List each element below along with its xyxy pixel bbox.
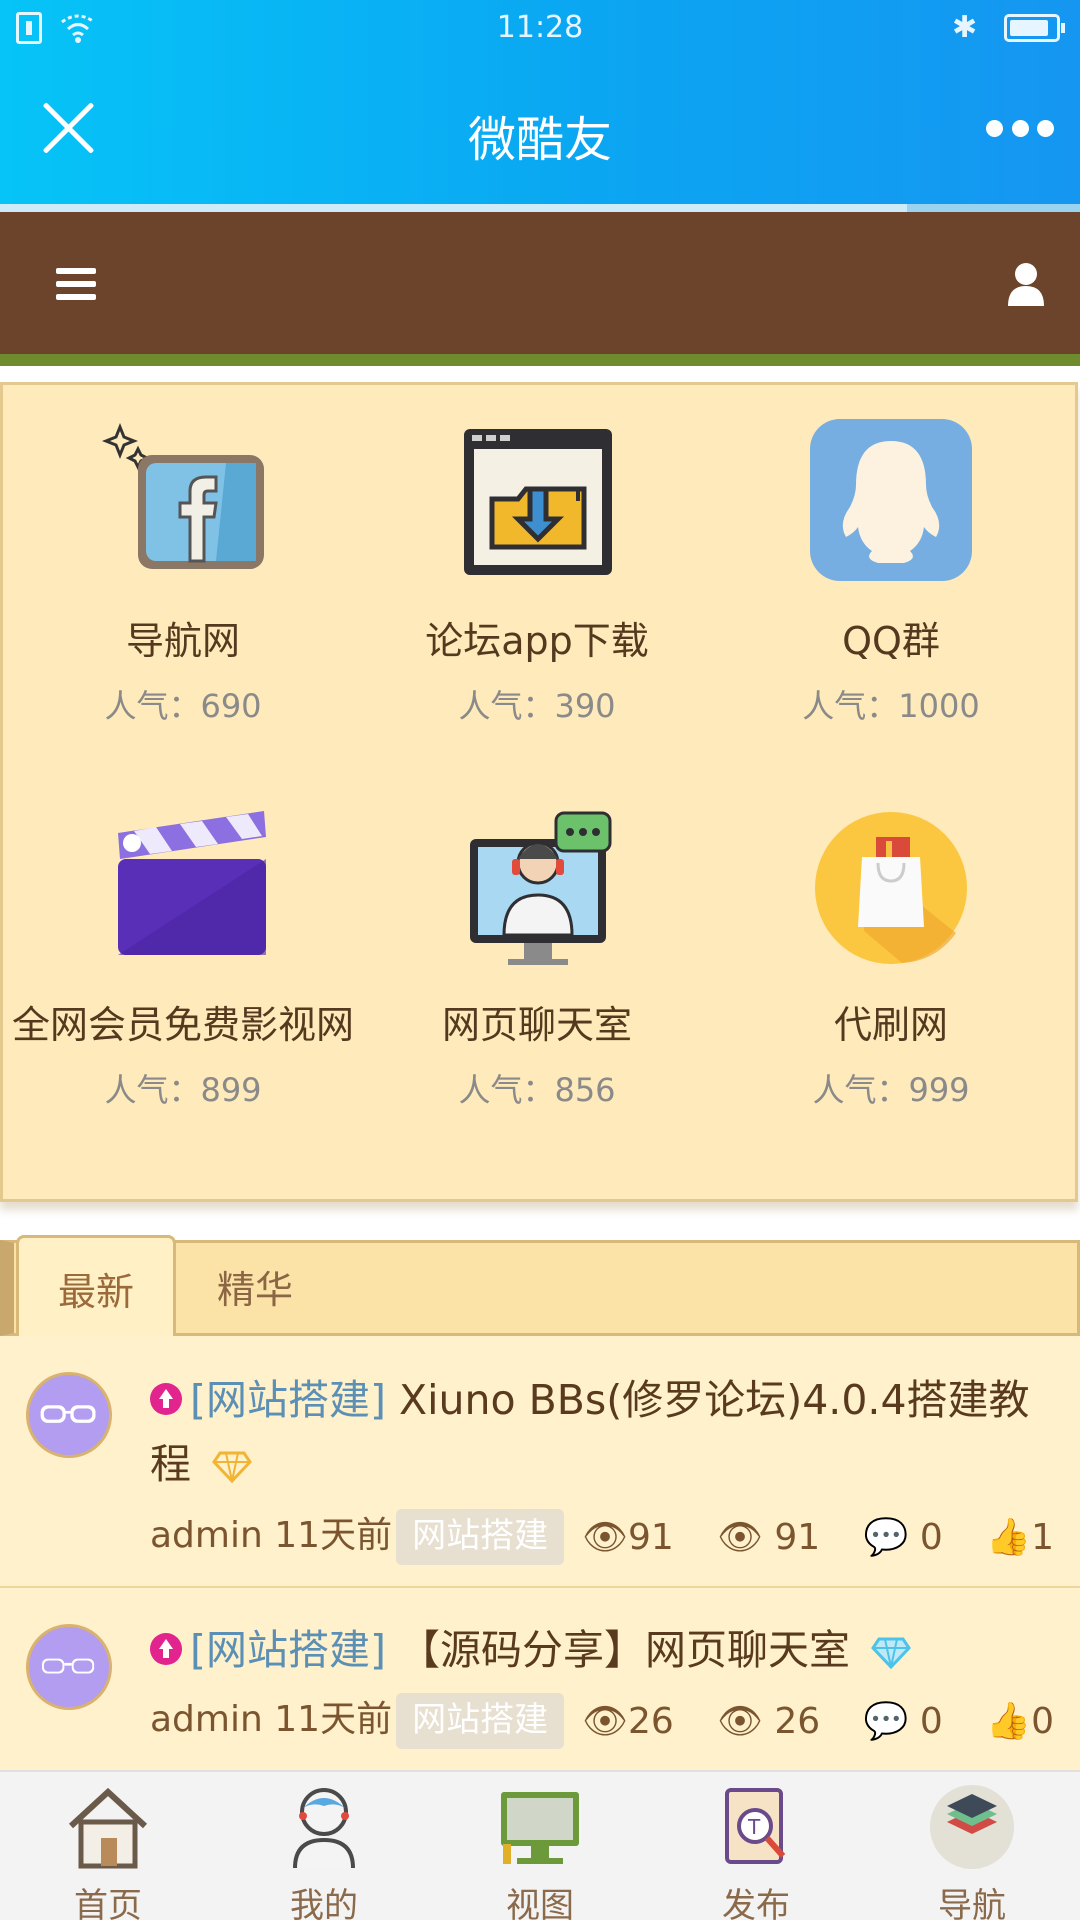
publish-icon: T <box>725 1788 786 1864</box>
post-title[interactable]: [网站搭建] Xiuno BBs(修罗论坛)4.0.4搭建教程 <box>150 1368 1030 1496</box>
facebook-icon <box>101 422 264 569</box>
grid-item-label: 导航网 <box>125 619 240 663</box>
view-count-a: 👁91 <box>582 1517 674 1558</box>
list-item[interactable]: [网站搭建] Xiuno BBs(修罗论坛)4.0.4搭建教程 admin 11… <box>0 1336 1080 1588</box>
list-item[interactable]: [网站搭建] 【源码分享】网页聊天室 admin 11天前 网站搭建 👁26 👁 … <box>0 1590 1080 1770</box>
user-icon[interactable] <box>1006 262 1046 306</box>
forum-header <box>0 212 1080 366</box>
like-count[interactable]: 👍1 <box>986 1517 1054 1558</box>
progress-fill <box>0 204 908 212</box>
comment-count: 💬 0 <box>863 1701 943 1742</box>
quick-links-panel: 导航网 人气：690 论坛app下载 人气：390 QQ群 人气：1000 全网… <box>0 382 1078 1202</box>
post-tag[interactable]: 网站搭建 <box>396 1693 565 1749</box>
gold-diamond-icon <box>212 1451 252 1483</box>
page-load-progress-bar <box>0 204 1080 212</box>
popularity-count: 人气：390 <box>458 687 616 725</box>
post-author[interactable]: admin <box>150 1699 263 1740</box>
post-meta: admin 11天前 网站搭建 <box>150 1690 565 1749</box>
popularity-count: 人气：899 <box>104 1071 262 1109</box>
grid-item-qq-group[interactable]: QQ群 人气：1000 <box>713 419 1069 727</box>
download-window-icon <box>464 429 612 575</box>
profile-icon <box>293 1788 355 1869</box>
layers-icon <box>930 1785 1014 1869</box>
eye-icon: 👁 <box>717 1517 775 1558</box>
title-bar: 11:28 ✱ 微酷友 <box>0 0 1080 206</box>
monitor-icon <box>501 1792 579 1864</box>
battery-icon <box>1004 14 1065 42</box>
grid-item-label: 代刷网 <box>833 1003 948 1047</box>
post-stats: 👁91 👁 91 💬 0 👍1 <box>550 1516 1054 1558</box>
eye-icon: 👁 <box>582 1701 628 1742</box>
grid-item-label: 全网会员免费影视网 <box>11 1003 354 1047</box>
popularity-count: 人气：1000 <box>802 687 980 725</box>
comment-icon: 💬 <box>863 1701 920 1742</box>
popularity-count: 人气：690 <box>104 687 262 725</box>
thumbs-up-icon: 👍 <box>986 1517 1032 1558</box>
clapperboard-icon <box>118 811 266 955</box>
nav-navigation[interactable]: 导航 <box>864 1772 1080 1920</box>
clock: 11:28 <box>496 10 584 45</box>
nav-label: 发布 <box>722 1886 790 1920</box>
view-count-b: 👁 26 <box>717 1701 821 1742</box>
nav-label: 视图 <box>506 1886 574 1920</box>
post-meta: admin 11天前 网站搭建 <box>150 1506 565 1565</box>
nav-view[interactable]: 视图 <box>432 1772 648 1920</box>
grid-item-chat-room[interactable]: 网页聊天室 人气：856 <box>359 803 715 1111</box>
grid-item-label: QQ群 <box>842 619 940 663</box>
header-stripe <box>0 354 1080 366</box>
tab-featured[interactable]: 精华 <box>190 1243 320 1339</box>
chat-support-icon <box>470 811 612 965</box>
popularity-count: 人气：856 <box>458 1071 616 1109</box>
page-title: 微酷友 <box>467 112 612 168</box>
eye-icon: 👁 <box>582 1517 628 1558</box>
sticky-up-icon <box>150 1633 182 1665</box>
bottom-navigation: 首页 我的 视图 T 发布 导航 <box>0 1770 1080 1920</box>
post-tabs: 最新 精华 <box>0 1235 1080 1339</box>
blue-diamond-icon <box>871 1637 912 1669</box>
comment-icon: 💬 <box>863 1517 920 1558</box>
post-title[interactable]: [网站搭建] 【源码分享】网页聊天室 <box>150 1618 1030 1682</box>
post-title-text: 【源码分享】网页聊天室 <box>386 1626 851 1674</box>
grid-item-label: 论坛app下载 <box>425 619 649 663</box>
post-time: 11天前 <box>274 1699 393 1740</box>
post-list: [网站搭建] Xiuno BBs(修罗论坛)4.0.4搭建教程 admin 11… <box>0 1336 1080 1770</box>
home-icon <box>68 1787 148 1869</box>
sticky-up-icon <box>150 1383 182 1415</box>
nav-label: 首页 <box>74 1886 142 1920</box>
like-count[interactable]: 👍0 <box>986 1701 1054 1742</box>
grid-item-video-site[interactable]: 全网会员免费影视网 人气：899 <box>5 803 361 1111</box>
view-count-a: 👁26 <box>582 1701 674 1742</box>
post-category-link[interactable]: [网站搭建] <box>190 1376 386 1424</box>
grid-item-app-download[interactable]: 论坛app下载 人气：390 <box>359 419 715 727</box>
post-category-link[interactable]: [网站搭建] <box>190 1626 386 1674</box>
grid-item-label: 网页聊天室 <box>441 1003 632 1047</box>
popularity-count: 人气：999 <box>812 1071 970 1109</box>
avatar[interactable] <box>26 1372 112 1458</box>
post-stats: 👁26 👁 26 💬 0 👍0 <box>550 1700 1054 1742</box>
post-time: 11天前 <box>274 1515 393 1556</box>
nav-label: 我的 <box>290 1886 358 1920</box>
svg-text:T: T <box>747 1815 761 1839</box>
avatar[interactable] <box>26 1624 112 1710</box>
post-tag[interactable]: 网站搭建 <box>396 1509 565 1565</box>
nav-publish[interactable]: T 发布 <box>648 1772 864 1920</box>
grid-item-boost-site[interactable]: 代刷网 人气：999 <box>713 803 1069 1111</box>
eye-icon: 👁 <box>717 1701 775 1742</box>
nav-label: 导航 <box>938 1886 1006 1920</box>
nav-mine[interactable]: 我的 <box>216 1772 432 1920</box>
comment-count: 💬 0 <box>863 1517 943 1558</box>
nav-home[interactable]: 首页 <box>0 1772 216 1920</box>
shopping-bag-icon <box>815 812 967 964</box>
post-author[interactable]: admin <box>150 1515 263 1556</box>
view-count-b: 👁 91 <box>717 1517 821 1558</box>
qq-penguin-icon <box>810 419 972 581</box>
status-bar: 11:28 ✱ <box>0 0 1080 58</box>
more-options-button[interactable] <box>986 120 1054 138</box>
tab-latest[interactable]: 最新 <box>16 1235 176 1339</box>
thumbs-up-icon: 👍 <box>986 1701 1032 1742</box>
bluetooth-icon: ✱ <box>952 10 978 45</box>
grid-item-navigation[interactable]: 导航网 人气：690 <box>5 419 361 727</box>
menu-icon[interactable] <box>56 268 96 300</box>
